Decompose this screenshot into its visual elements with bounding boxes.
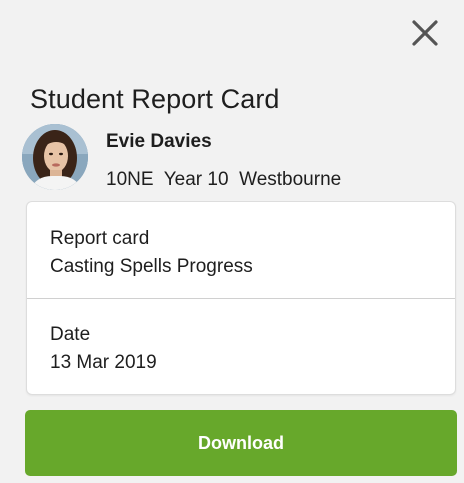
page-title: Student Report Card	[30, 84, 280, 114]
close-button[interactable]	[408, 16, 442, 50]
report-card-label: Report card	[50, 228, 150, 249]
student-name: Evie Davies	[106, 131, 212, 152]
report-details-card: Report card Casting Spells Progress Date…	[26, 201, 456, 395]
student-photo	[22, 124, 88, 190]
student-meta: 10NE Year 10 Westbourne	[106, 169, 342, 190]
report-card-value: Casting Spells Progress	[50, 256, 253, 277]
date-value: 13 Mar 2019	[50, 352, 157, 373]
top-bar	[0, 0, 464, 64]
date-label: Date	[50, 324, 91, 345]
download-button[interactable]: Download	[25, 410, 457, 476]
student-avatar	[22, 124, 88, 190]
close-icon	[412, 20, 438, 46]
divider	[27, 298, 455, 299]
